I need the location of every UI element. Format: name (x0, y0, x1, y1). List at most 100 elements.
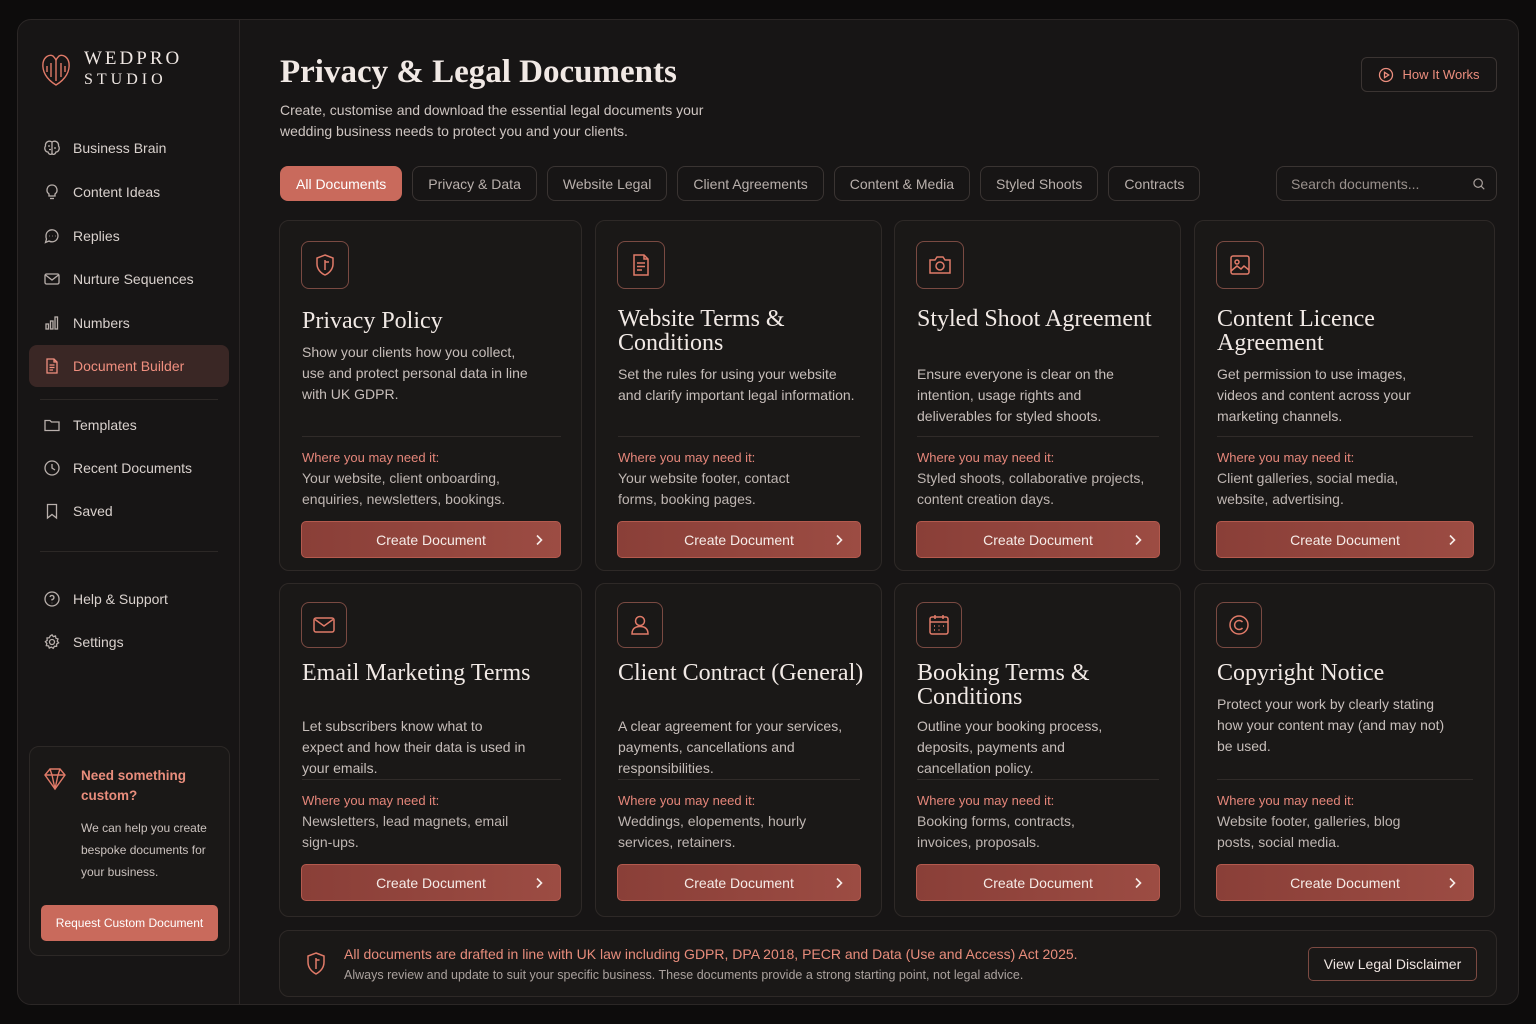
brain-icon (44, 140, 60, 156)
brand-logo[interactable]: WEDPRO STUDIO (40, 48, 182, 90)
notice-subtext: Always review and update to suit your sp… (344, 968, 1024, 982)
sidebar-item-recent-documents[interactable]: Recent Documents (29, 447, 229, 489)
document-icon (633, 254, 649, 276)
sidebar-item-nurture-sequences[interactable]: Nurture Sequences (29, 258, 229, 300)
clock-icon (44, 460, 60, 476)
tab-all-documents[interactable]: All Documents (280, 166, 403, 201)
gear-icon (44, 633, 60, 650)
create-document-button[interactable]: Create Document (916, 521, 1160, 558)
diamond-icon (44, 768, 66, 791)
create-document-label: Create Document (684, 874, 794, 891)
need-text: Your website, client onboarding, enquiri… (302, 470, 506, 507)
card-description: Set the rules for using your website and… (618, 366, 855, 403)
need-label: Where you may need it: (302, 450, 440, 465)
tab-contracts[interactable]: Contracts (1108, 166, 1201, 201)
sidebar-item-templates[interactable]: Templates (29, 404, 229, 446)
chevron-right-icon (536, 534, 543, 546)
need-text: Newsletters, lead magnets, email sign-up… (302, 813, 509, 850)
document-card-client-contract: Client Contract (General) A clear agreem… (595, 583, 882, 917)
card-description: Protect your work by clearly stating how… (1217, 696, 1445, 754)
card-title: Privacy Policy (302, 308, 443, 334)
search-box (1276, 166, 1497, 201)
create-document-button[interactable]: Create Document (916, 864, 1160, 901)
logo-icon (42, 54, 70, 86)
sidebar-divider (40, 399, 218, 400)
create-document-button[interactable]: Create Document (617, 864, 861, 901)
card-title: Content Licence Agreement (1217, 306, 1375, 356)
sidebar-item-settings[interactable]: Settings (29, 621, 229, 663)
sidebar-item-business-brain[interactable]: Business Brain (29, 127, 229, 169)
document-card-styled-shoot: Styled Shoot Agreement Ensure everyone i… (894, 220, 1181, 571)
sidebar-item-label: Templates (73, 417, 137, 433)
request-custom-document-button[interactable]: Request Custom Document (41, 905, 218, 941)
search-icon[interactable] (1472, 176, 1486, 192)
how-it-works-button[interactable]: How It Works (1361, 57, 1497, 92)
create-document-button[interactable]: Create Document (617, 521, 861, 558)
tab-content-media[interactable]: Content & Media (833, 166, 971, 201)
card-icon-box (916, 602, 962, 648)
card-icon-box (1216, 241, 1264, 289)
sidebar-item-numbers[interactable]: Numbers (29, 302, 229, 344)
document-card-booking-terms: Booking Terms & Conditions Outline your … (894, 583, 1181, 917)
create-document-label: Create Document (376, 874, 486, 891)
card-title: Booking Terms & Conditions (917, 660, 1090, 710)
card-description: Ensure everyone is clear on the intentio… (917, 366, 1114, 424)
sidebar-item-document-builder[interactable]: Document Builder (29, 345, 229, 387)
create-document-button[interactable]: Create Document (301, 521, 561, 558)
app-window: WEDPRO STUDIO Business Brain Content Ide… (17, 19, 1519, 1005)
card-title: Client Contract (General) (618, 660, 864, 686)
need-label: Where you may need it: (618, 450, 756, 465)
custom-card-text: We can help you create bespoke documents… (81, 821, 207, 879)
sidebar-item-saved[interactable]: Saved (29, 490, 229, 532)
tab-styled-shoots[interactable]: Styled Shoots (980, 166, 1099, 201)
card-icon-box (1216, 602, 1262, 648)
main-content: Privacy & Legal Documents Create, custom… (240, 20, 1518, 1004)
filter-tabs: All Documents Privacy & Data Website Leg… (280, 166, 1210, 201)
play-circle-icon (1379, 67, 1394, 82)
need-label: Where you may need it: (917, 450, 1055, 465)
sidebar-item-help-support[interactable]: Help & Support (29, 578, 229, 620)
lightbulb-icon (46, 184, 58, 200)
chevron-right-icon (1135, 877, 1142, 889)
create-document-button[interactable]: Create Document (1216, 521, 1474, 558)
card-description: Let subscribers know what to expect and … (302, 718, 526, 776)
user-icon (631, 615, 649, 635)
document-card-privacy-policy: Privacy Policy Show your clients how you… (279, 220, 582, 571)
search-input[interactable] (1277, 167, 1472, 200)
sidebar-item-label: Replies (73, 228, 120, 244)
chat-icon (44, 229, 59, 244)
brand-name: WEDPRO (84, 48, 183, 69)
tab-client-agreements[interactable]: Client Agreements (677, 166, 824, 201)
mail-icon (313, 617, 335, 633)
need-text: Booking forms, contracts, invoices, prop… (917, 813, 1075, 850)
custom-request-card: Need something custom? We can help you c… (29, 746, 230, 956)
sidebar-item-replies[interactable]: Replies (29, 215, 229, 257)
sidebar-divider (40, 551, 218, 552)
card-divider (1217, 779, 1473, 780)
tab-privacy-data[interactable]: Privacy & Data (412, 166, 537, 201)
image-icon (1230, 255, 1250, 275)
need-text: Styled shoots, collaborative projects, c… (917, 470, 1145, 507)
shield-icon (316, 254, 334, 276)
bookmark-icon (46, 503, 58, 520)
brand-subname: STUDIO (84, 71, 167, 88)
sidebar-item-label: Numbers (73, 315, 130, 331)
create-document-button[interactable]: Create Document (301, 864, 561, 901)
create-document-label: Create Document (983, 531, 1093, 548)
create-document-button[interactable]: Create Document (1216, 864, 1474, 901)
chevron-right-icon (1135, 534, 1142, 546)
view-legal-disclaimer-button[interactable]: View Legal Disclaimer (1308, 947, 1477, 981)
card-description: Get permission to use images, videos and… (1217, 366, 1411, 424)
sidebar-item-label: Recent Documents (73, 460, 193, 476)
card-divider (1217, 436, 1473, 437)
need-text: Weddings, elopements, hourly services, r… (618, 813, 807, 850)
create-document-label: Create Document (983, 874, 1093, 891)
card-icon-box (617, 602, 663, 648)
document-card-content-licence: Content Licence Agreement Get permission… (1194, 220, 1495, 571)
sidebar-item-label: Content Ideas (73, 184, 161, 200)
tab-website-legal[interactable]: Website Legal (546, 166, 668, 201)
sidebar-item-label: Saved (73, 503, 113, 519)
sidebar-item-content-ideas[interactable]: Content Ideas (29, 171, 229, 213)
card-divider (917, 436, 1159, 437)
create-document-label: Create Document (1290, 874, 1400, 891)
